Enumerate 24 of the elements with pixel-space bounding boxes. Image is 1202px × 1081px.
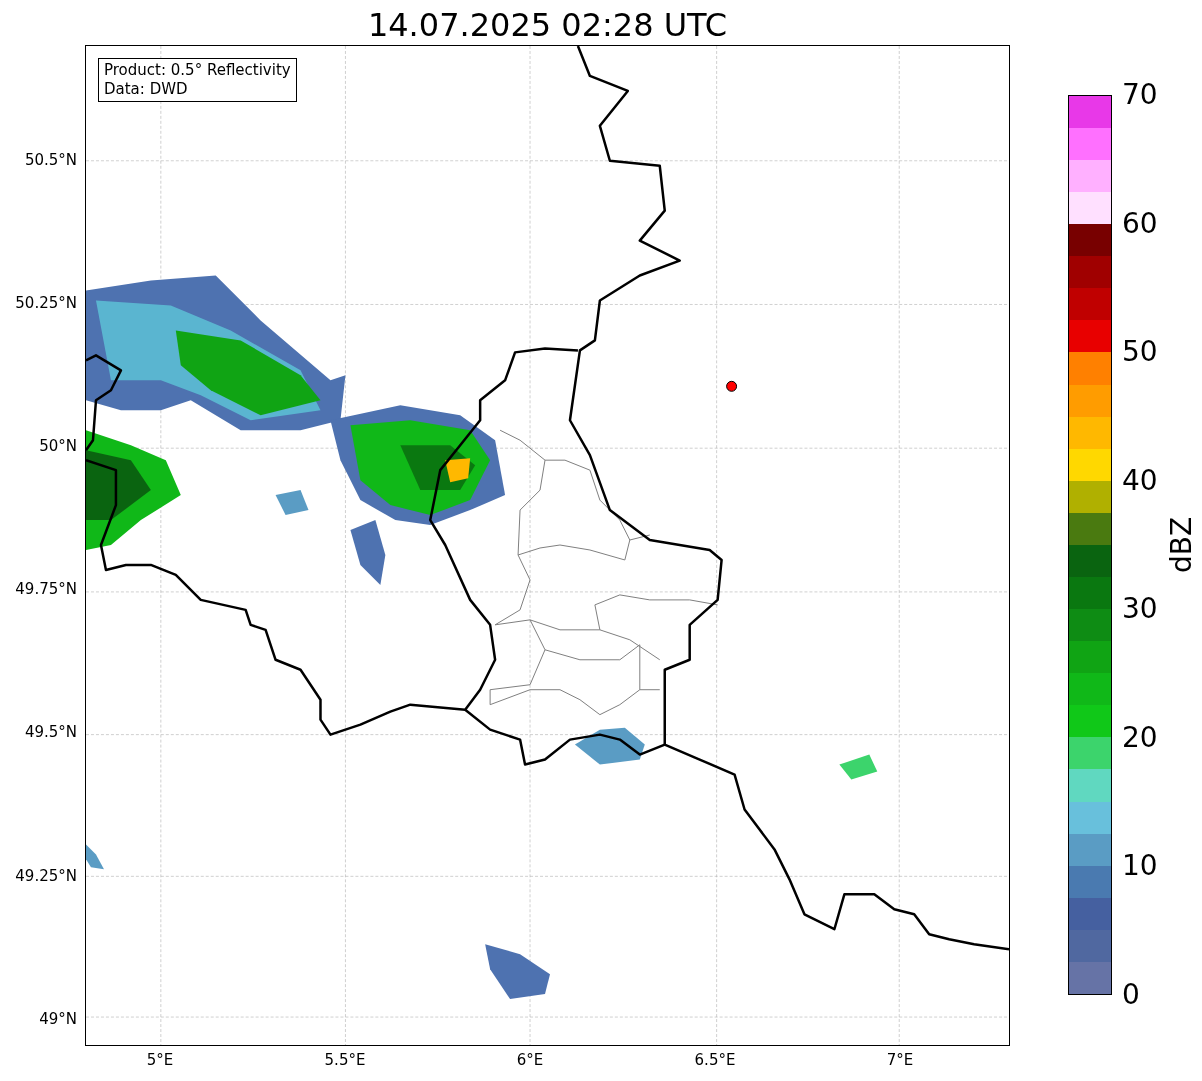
latitude-tick-label: 49.25°N <box>15 865 77 886</box>
longitude-tick-label: 7°E <box>886 1050 914 1070</box>
colorbar-tick-label: 0 <box>1122 979 1140 1011</box>
longitude-tick-label: 6°E <box>516 1050 544 1070</box>
longitude-tick-label: 6.5°E <box>694 1050 736 1070</box>
latitude-tick-label: 50.25°N <box>15 293 77 314</box>
colorbar-tick-label: 50 <box>1122 336 1158 369</box>
colorbar-tick-label: 60 <box>1122 207 1158 240</box>
latitude-tick-label: 50.5°N <box>24 150 77 170</box>
legend-text: Data: DWD <box>104 80 189 99</box>
legend-text: Product: 0.5° Reflectivity <box>104 61 291 80</box>
colorbar-tick-label: 40 <box>1122 464 1158 497</box>
colorbar-tick-label: 70 <box>1122 79 1158 111</box>
longitude-tick-label: 5°E <box>146 1050 174 1070</box>
colorbar-tick-label: 10 <box>1122 850 1158 883</box>
chart-title: 14.07.2025 02:28 UTC <box>367 5 728 45</box>
colorbar-tick-label: 20 <box>1122 721 1158 754</box>
colorbar-label: dBZ <box>1166 516 1198 574</box>
latitude-tick-label: 50°N <box>39 436 77 457</box>
longitude-tick-label: 5.5°E <box>324 1050 366 1070</box>
latitude-tick-label: 49.75°N <box>15 579 77 600</box>
latitude-tick-label: 49.5°N <box>24 722 77 743</box>
colorbar-tick-label: 30 <box>1122 593 1158 626</box>
latitude-tick-label: 49°N <box>39 1008 77 1029</box>
